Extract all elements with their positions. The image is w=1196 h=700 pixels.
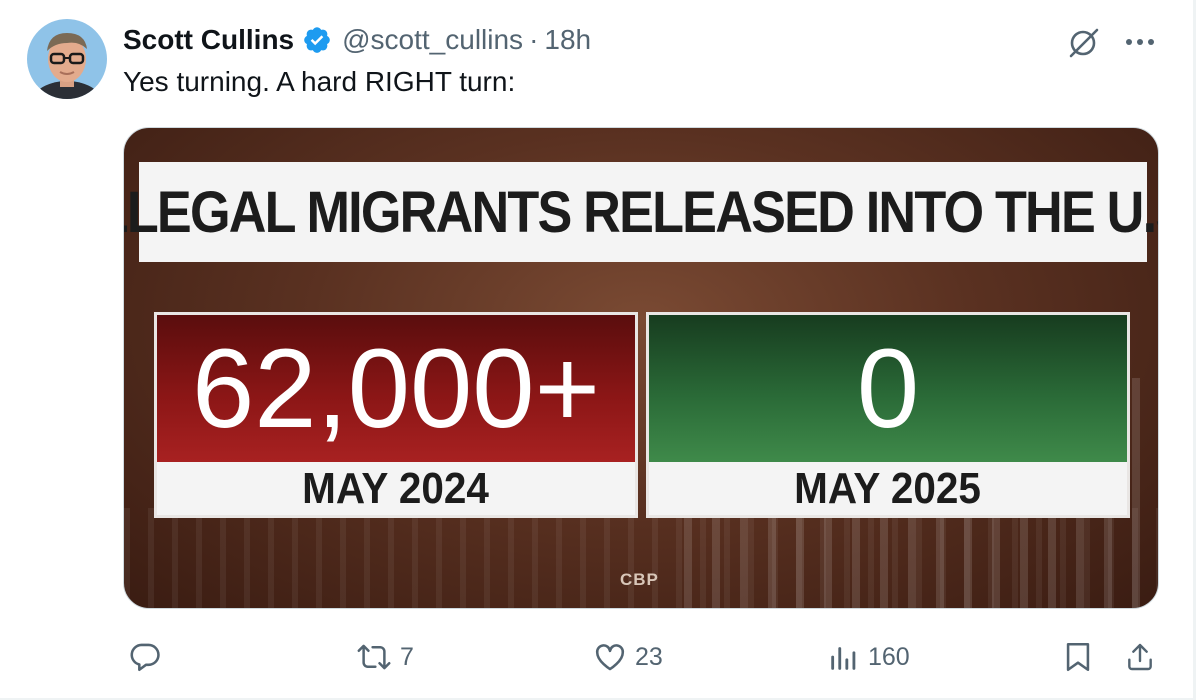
tweet-timestamp[interactable]: 18h: [544, 24, 591, 56]
panel-may-2025: 0 MAY 2025: [646, 312, 1130, 518]
tweet-header: Scott Cullins @scott_cullins · 18h: [123, 20, 591, 60]
views-button[interactable]: 160: [828, 635, 910, 679]
author-handle[interactable]: @scott_cullins: [342, 24, 523, 56]
retweet-count: 7: [400, 642, 414, 671]
retweet-icon: [356, 640, 392, 674]
like-button[interactable]: 23: [593, 635, 663, 679]
header-separator: ·: [529, 24, 539, 55]
avatar[interactable]: [27, 19, 107, 99]
panel-value: 62,000+: [192, 325, 600, 451]
bookmark-button[interactable]: [1063, 635, 1093, 679]
views-count: 160: [868, 642, 910, 671]
reply-icon: [128, 640, 162, 674]
panel-value-box: 62,000+: [157, 315, 635, 462]
bookmark-icon: [1063, 640, 1093, 674]
panel-label-box: MAY 2024: [157, 462, 635, 515]
retweet-button[interactable]: 7: [356, 635, 414, 679]
share-icon: [1124, 640, 1156, 674]
share-button[interactable]: [1124, 635, 1156, 679]
panel-value-box: 0: [649, 315, 1127, 462]
panel-label-box: MAY 2025: [649, 462, 1127, 515]
background-fence-stripes: [124, 508, 1158, 608]
avatar-image: [27, 19, 107, 99]
like-count: 23: [635, 642, 663, 671]
panel-label: MAY 2024: [302, 463, 490, 513]
heart-icon: [593, 640, 627, 674]
views-icon: [828, 640, 860, 674]
media-source-label: CBP: [620, 570, 659, 589]
author-display-name[interactable]: Scott Cullins: [123, 24, 294, 56]
tweet-action-bar: 7 23 160: [0, 635, 1196, 679]
media-headline: ILLEGAL MIGRANTS RELEASED INTO THE U.S.: [123, 179, 1159, 245]
tweet-media-image[interactable]: ILLEGAL MIGRANTS RELEASED INTO THE U.S. …: [123, 127, 1159, 609]
media-headline-bar: ILLEGAL MIGRANTS RELEASED INTO THE U.S.: [124, 162, 1158, 262]
panel-may-2024: 62,000+ MAY 2024: [154, 312, 638, 518]
reply-button[interactable]: [128, 635, 162, 679]
panel-value: 0: [856, 325, 920, 451]
more-options-icon[interactable]: [1120, 24, 1160, 60]
tweet-text: Yes turning. A hard RIGHT turn:: [123, 66, 516, 97]
verified-badge-icon: [302, 25, 332, 55]
panel-label: MAY 2025: [794, 463, 982, 513]
grok-icon[interactable]: [1066, 24, 1102, 60]
